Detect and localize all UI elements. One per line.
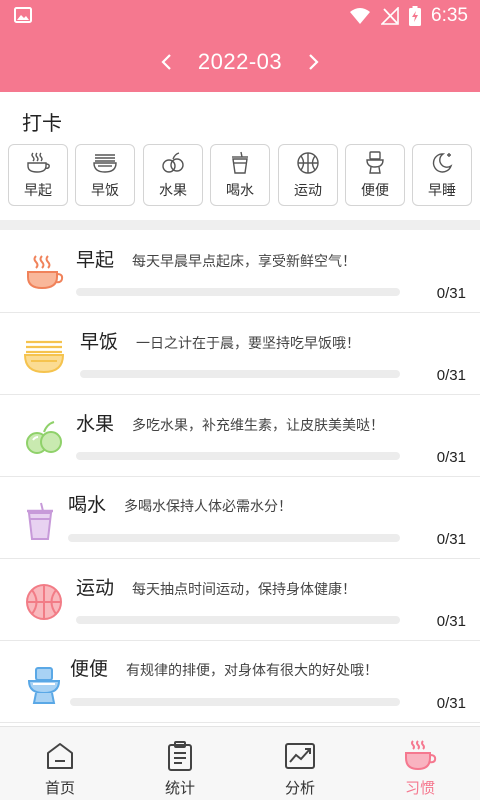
chevron-right-icon xyxy=(309,54,319,70)
checkin-button-row: 早起 早饭 水果 喝水 运动 便便 早睡 xyxy=(8,144,474,206)
ball-icon xyxy=(22,580,66,624)
habit-description: 多吃水果，补充维生素，让皮肤美美哒！ xyxy=(132,418,384,434)
habit-name: 早饭 xyxy=(80,331,119,353)
habit-description: 每天早晨早点起床，享受新鲜空气！ xyxy=(132,254,356,270)
habit-progress-bar xyxy=(68,534,400,542)
habit-name: 早起 xyxy=(76,249,115,271)
habit-count: 0/31 xyxy=(436,367,466,384)
nav-item-habits[interactable]: 习惯 xyxy=(360,727,480,800)
habit-item-fruit[interactable]: 水果 多吃水果，补充维生素，让皮肤美美哒！ 0/31 xyxy=(0,396,480,477)
checkin-button-label: 便便 xyxy=(361,183,389,199)
habit-item-toilet[interactable]: 便便 有规律的排便，对身体有很大的好处哦！ 0/31 xyxy=(0,642,480,723)
nav-item-home[interactable]: 首页 xyxy=(0,727,120,800)
chart-trend-icon xyxy=(283,739,317,773)
checkin-button-label: 早饭 xyxy=(91,183,119,199)
habit-progress-bar xyxy=(76,452,400,460)
ball-icon xyxy=(295,151,321,175)
checkin-button-water[interactable]: 喝水 xyxy=(210,144,270,206)
wifi-icon xyxy=(350,8,371,24)
habit-progress-bar xyxy=(76,616,400,624)
habit-progress-bar xyxy=(70,698,400,706)
month-selector: 2022-03 xyxy=(0,44,480,80)
drink-cup-icon xyxy=(18,500,62,544)
habit-item-exercise[interactable]: 运动 每天抽点时间运动，保持身体健康！ 0/31 xyxy=(0,560,480,641)
current-month: 2022-03 xyxy=(197,49,283,74)
habit-count: 0/31 xyxy=(436,695,466,712)
toilet-icon xyxy=(362,151,388,175)
habit-progress-bar xyxy=(76,288,400,296)
checkin-button-label: 早睡 xyxy=(428,183,456,199)
chevron-left-icon xyxy=(161,54,171,70)
checkin-button-label: 水果 xyxy=(159,183,187,199)
section-divider xyxy=(0,220,480,230)
checkin-button-toilet[interactable]: 便便 xyxy=(345,144,405,206)
noodle-bowl-icon xyxy=(92,151,118,175)
checkin-button-label: 早起 xyxy=(24,183,52,199)
home-icon xyxy=(43,739,77,773)
no-signal-icon xyxy=(381,7,399,25)
status-bar: 6:35 xyxy=(0,0,480,32)
habit-count: 0/31 xyxy=(436,613,466,630)
clipboard-icon xyxy=(163,739,197,773)
checkin-button-sleep-early[interactable]: 早睡 xyxy=(412,144,472,206)
habit-name: 喝水 xyxy=(68,494,107,516)
nav-label: 分析 xyxy=(284,779,315,797)
battery-charging-icon xyxy=(409,6,422,26)
nav-label: 首页 xyxy=(44,779,75,797)
noodle-bowl-icon xyxy=(22,334,66,378)
next-month-button[interactable] xyxy=(300,44,328,80)
habit-item-breakfast[interactable]: 早饭 一日之计在于晨，要坚持吃早饭哦！ 0/31 xyxy=(0,314,480,395)
habit-progress-bar xyxy=(80,370,400,378)
habit-name: 水果 xyxy=(76,413,115,435)
status-time: 6:35 xyxy=(431,5,468,26)
habit-item-water[interactable]: 喝水 多喝水保持人体必需水分！ 0/31 xyxy=(0,478,480,559)
habit-count: 0/31 xyxy=(436,531,466,548)
habit-name: 运动 xyxy=(76,577,115,599)
app-header: 6:35 2022-03 xyxy=(0,0,480,92)
habit-description: 多喝水保持人体必需水分！ xyxy=(124,499,292,515)
image-notification-icon xyxy=(14,7,32,23)
nav-label: 统计 xyxy=(164,779,195,797)
prev-month-button[interactable] xyxy=(152,44,180,80)
habit-count: 0/31 xyxy=(436,449,466,466)
coffee-cup-icon xyxy=(22,251,66,295)
nav-item-analysis[interactable]: 分析 xyxy=(240,727,360,800)
habit-description: 有规律的排便，对身体有很大的好处哦！ xyxy=(126,663,378,679)
checkin-button-label: 喝水 xyxy=(226,183,254,199)
checkin-title: 打卡 xyxy=(22,111,62,135)
nav-item-statistics[interactable]: 统计 xyxy=(120,727,240,800)
fruit-icon xyxy=(160,151,186,175)
habit-item-wake-early[interactable]: 早起 每天早晨早点起床，享受新鲜空气！ 0/31 xyxy=(0,232,480,313)
toilet-icon xyxy=(22,664,66,708)
habit-description: 一日之计在于晨，要坚持吃早饭哦！ xyxy=(136,336,360,352)
fruit-icon xyxy=(22,416,66,460)
checkin-button-fruit[interactable]: 水果 xyxy=(143,144,203,206)
habit-description: 每天抽点时间运动，保持身体健康！ xyxy=(132,582,356,598)
nav-label: 习惯 xyxy=(404,779,435,797)
coffee-cup-icon xyxy=(25,151,51,175)
checkin-button-wake-early[interactable]: 早起 xyxy=(8,144,68,206)
checkin-button-breakfast[interactable]: 早饭 xyxy=(75,144,135,206)
checkin-button-exercise[interactable]: 运动 xyxy=(278,144,338,206)
drink-cup-icon xyxy=(227,151,253,175)
moon-icon xyxy=(429,151,455,175)
bottom-navigation: 首页 统计 分析 习惯 xyxy=(0,726,480,800)
checkin-button-label: 运动 xyxy=(294,183,322,199)
habit-count: 0/31 xyxy=(436,285,466,302)
habit-name: 便便 xyxy=(70,658,109,680)
coffee-cup-icon xyxy=(403,739,437,773)
